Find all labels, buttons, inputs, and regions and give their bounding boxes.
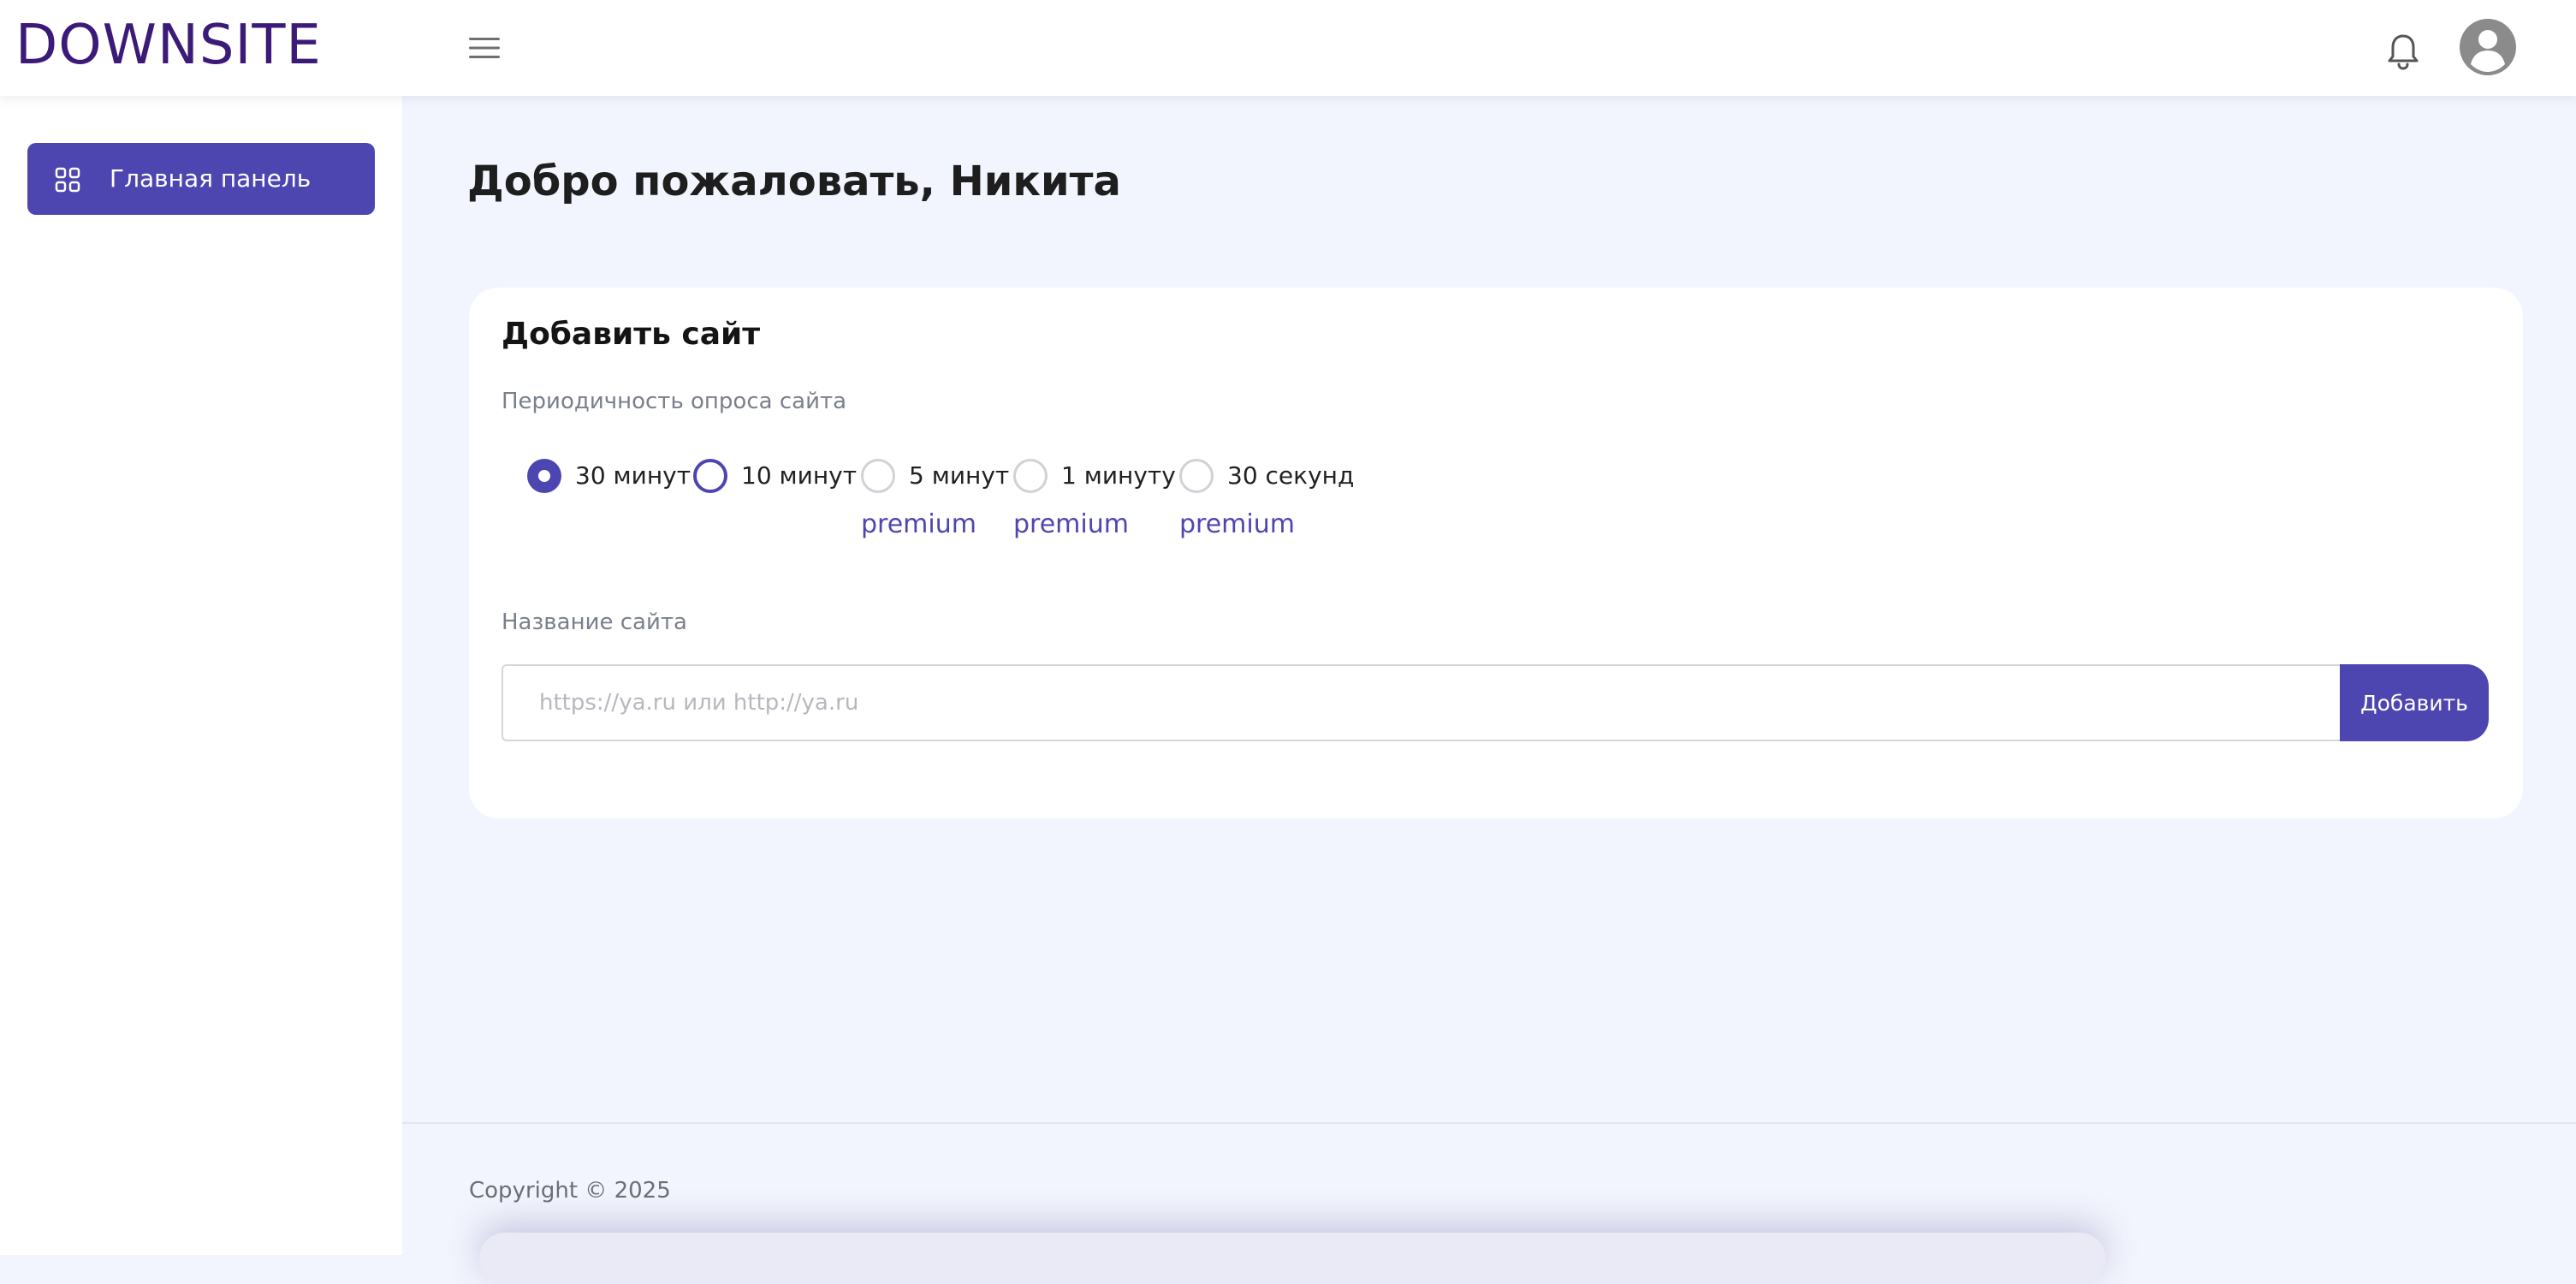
user-avatar-icon[interactable] [2460, 19, 2516, 75]
footer-bar [479, 1233, 2105, 1284]
radio-icon[interactable] [861, 459, 895, 493]
site-url-input[interactable] [502, 664, 2342, 741]
site-name-label: Название сайта [502, 609, 687, 635]
radio-label: 30 секунд [1227, 461, 1355, 490]
radio-label: 10 минут [741, 461, 858, 490]
premium-badge[interactable]: premium [1179, 508, 1295, 541]
sidebar-item-label: Главная панель [110, 164, 312, 193]
sidebar-item-dashboard[interactable]: Главная панель [27, 143, 375, 215]
footer-divider [402, 1122, 2576, 1124]
card-title: Добавить сайт [502, 317, 761, 352]
radio-icon[interactable] [1013, 459, 1048, 493]
radio-label: 1 минуту [1061, 461, 1176, 490]
sidebar: Главная панель [0, 96, 402, 1255]
grid-icon [55, 167, 80, 193]
add-site-card: Добавить сайт Периодичность опроса сайта… [469, 288, 2523, 818]
page-title: Добро пожаловать, Никита [467, 158, 1121, 205]
premium-badge[interactable]: premium [861, 508, 976, 541]
top-header: DOWNSITE [0, 0, 2576, 96]
premium-badge[interactable]: premium [1013, 508, 1129, 541]
add-site-button[interactable]: Добавить [2340, 664, 2489, 741]
hamburger-menu-icon[interactable] [469, 36, 500, 60]
frequency-label: Периодичность опроса сайта [502, 389, 847, 414]
copyright: Copyright © 2025 [469, 1178, 671, 1204]
radio-icon[interactable] [693, 459, 727, 493]
radio-label: 5 минут [909, 461, 1010, 490]
bell-icon[interactable] [2383, 31, 2424, 72]
radio-checked-icon[interactable] [527, 459, 561, 493]
logo[interactable]: DOWNSITE [15, 15, 322, 75]
radio-label: 30 минут [575, 461, 691, 490]
radio-icon[interactable] [1179, 459, 1214, 493]
